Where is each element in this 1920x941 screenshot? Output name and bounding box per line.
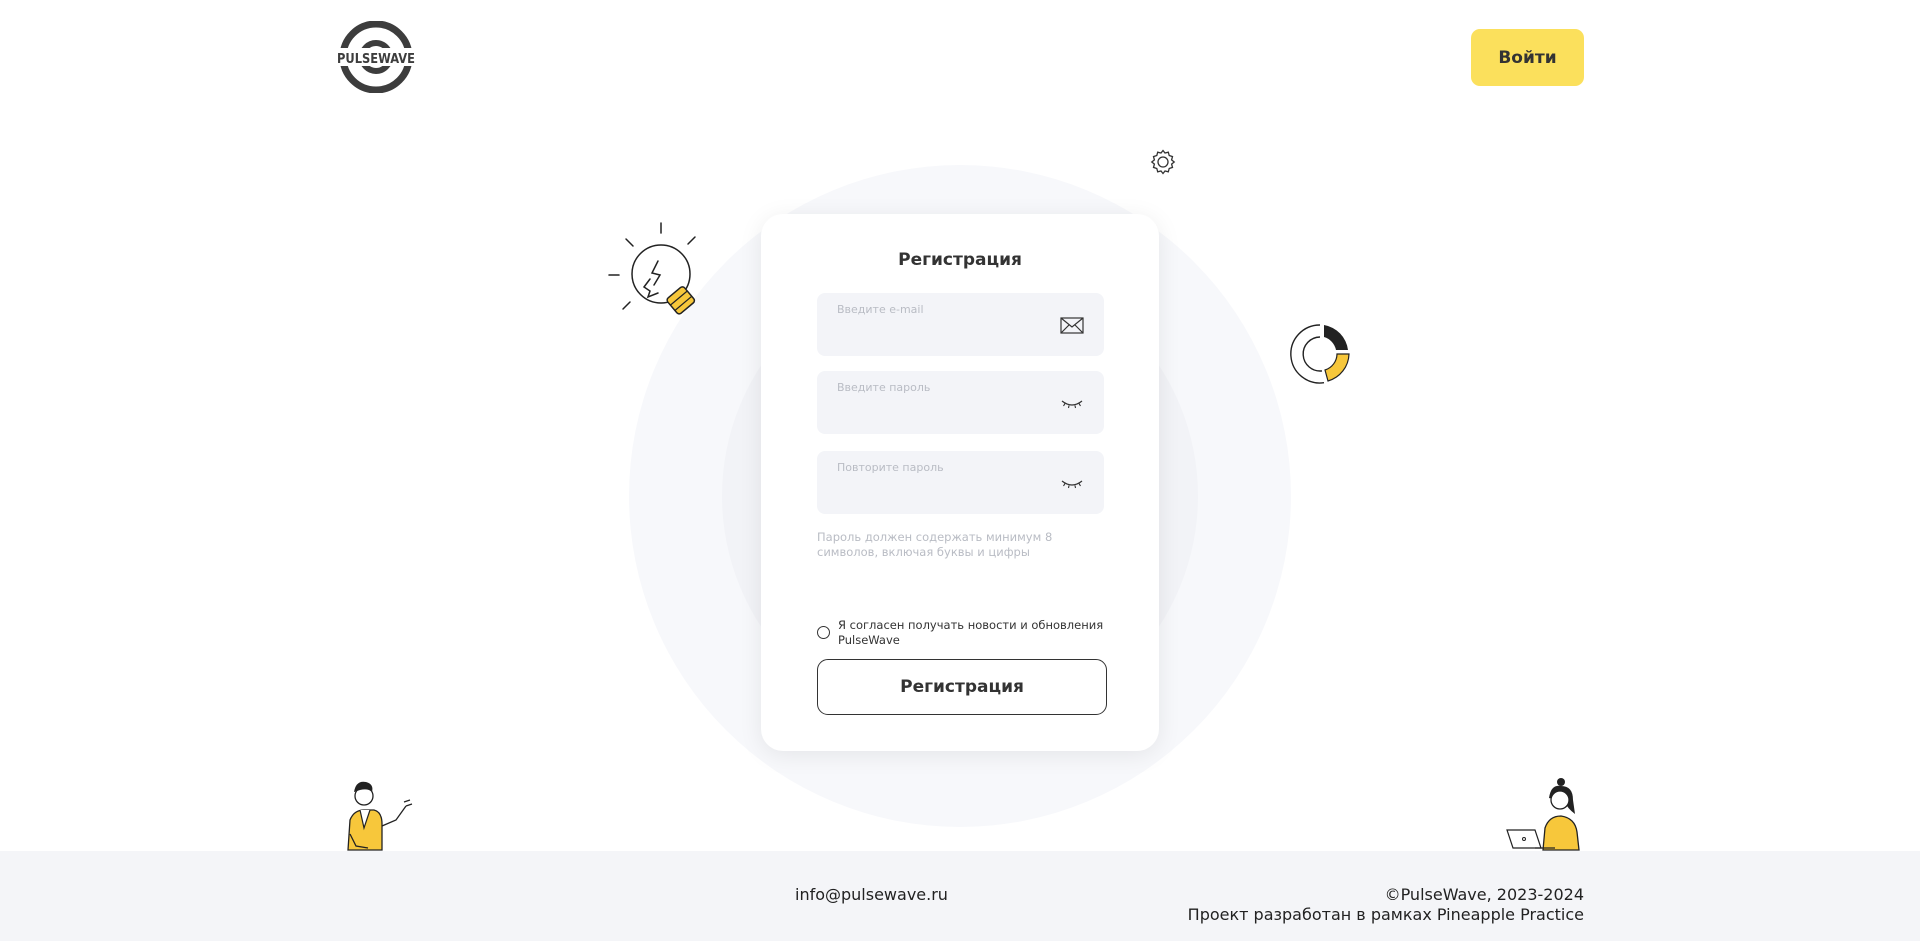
lightbulb-icon bbox=[608, 222, 696, 315]
pulsewave-logo[interactable]: PULSEWAVE bbox=[336, 21, 416, 93]
envelope-icon bbox=[1060, 317, 1084, 334]
eye-closed-icon[interactable] bbox=[1060, 393, 1084, 413]
form-title: Регистрация bbox=[898, 250, 1022, 270]
header: PULSEWAVE Войти bbox=[0, 0, 1920, 110]
footer: info@pulsewave.ru ©PulseWave, 2023-2024 … bbox=[0, 851, 1920, 941]
password-repeat-field[interactable]: Повторите пароль bbox=[817, 451, 1104, 514]
register-button[interactable]: Регистрация bbox=[817, 659, 1107, 715]
email-field[interactable]: Введите e-mail bbox=[817, 293, 1104, 356]
password-hint: Пароль должен содержать минимум 8 символ… bbox=[817, 530, 1053, 559]
consent-option[interactable]: Я согласен получать новости и обновления… bbox=[817, 616, 1107, 648]
svg-text:PULSEWAVE: PULSEWAVE bbox=[337, 51, 415, 67]
password-field[interactable]: Введите пароль bbox=[817, 371, 1104, 434]
registration-card: Регистрация Введите e-mail Введите парол… bbox=[761, 214, 1159, 751]
eye-closed-icon[interactable] bbox=[1060, 473, 1084, 493]
woman-laptop-illustration bbox=[1506, 778, 1580, 851]
person-waving-illustration bbox=[347, 781, 413, 851]
copyright-text: ©PulseWave, 2023-2024 bbox=[1384, 885, 1584, 904]
gear-icon bbox=[1150, 149, 1176, 175]
footer-email-link[interactable]: info@pulsewave.ru bbox=[795, 885, 948, 904]
footer-info: ©PulseWave, 2023-2024 Проект разработан … bbox=[1188, 885, 1584, 925]
project-note: Проект разработан в рамках Pineapple Pra… bbox=[1187, 905, 1584, 924]
consent-label[interactable]: Я согласен получать новости и обновления… bbox=[838, 618, 1106, 648]
consent-radio[interactable] bbox=[817, 626, 830, 639]
login-button[interactable]: Войти bbox=[1471, 29, 1584, 86]
donut-chart-icon bbox=[1290, 324, 1350, 384]
